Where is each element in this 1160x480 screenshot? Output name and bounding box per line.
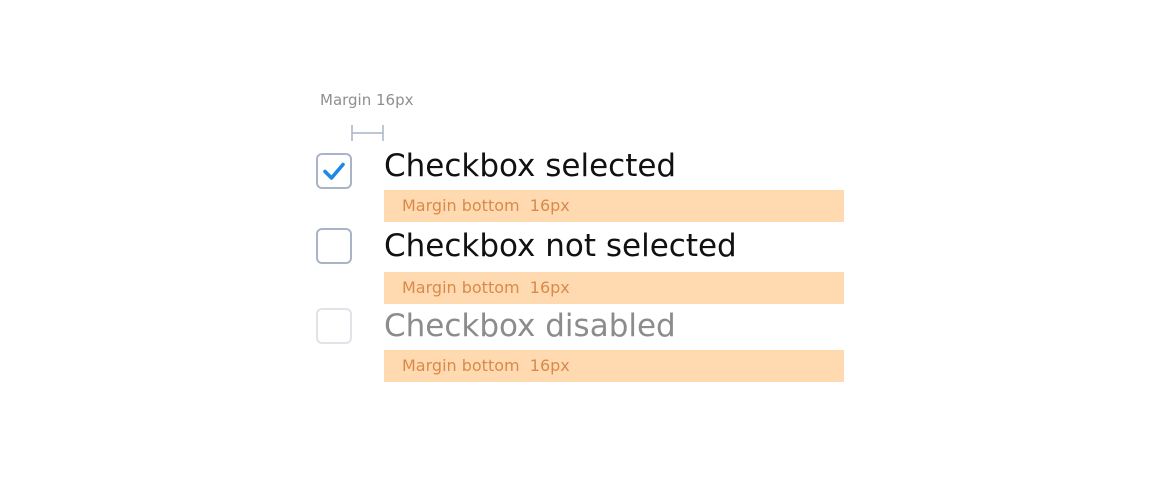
margin-bottom-bar-1: Margin bottom 16px xyxy=(384,190,844,222)
checkbox-selected[interactable] xyxy=(316,153,352,189)
margin-bottom-bar-2: Margin bottom 16px xyxy=(384,272,844,304)
margin-bottom-bar-3: Margin bottom 16px xyxy=(384,350,844,382)
checkbox-not-selected-label[interactable]: Checkbox not selected xyxy=(384,226,737,266)
check-icon xyxy=(323,162,345,180)
checkbox-selected-label[interactable]: Checkbox selected xyxy=(384,146,676,186)
margin-indicator-icon xyxy=(351,125,384,141)
checkbox-disabled xyxy=(316,308,352,344)
checkbox-not-selected[interactable] xyxy=(316,228,352,264)
checkbox-disabled-label: Checkbox disabled xyxy=(384,308,676,344)
margin-left-label: Margin 16px xyxy=(320,91,414,109)
